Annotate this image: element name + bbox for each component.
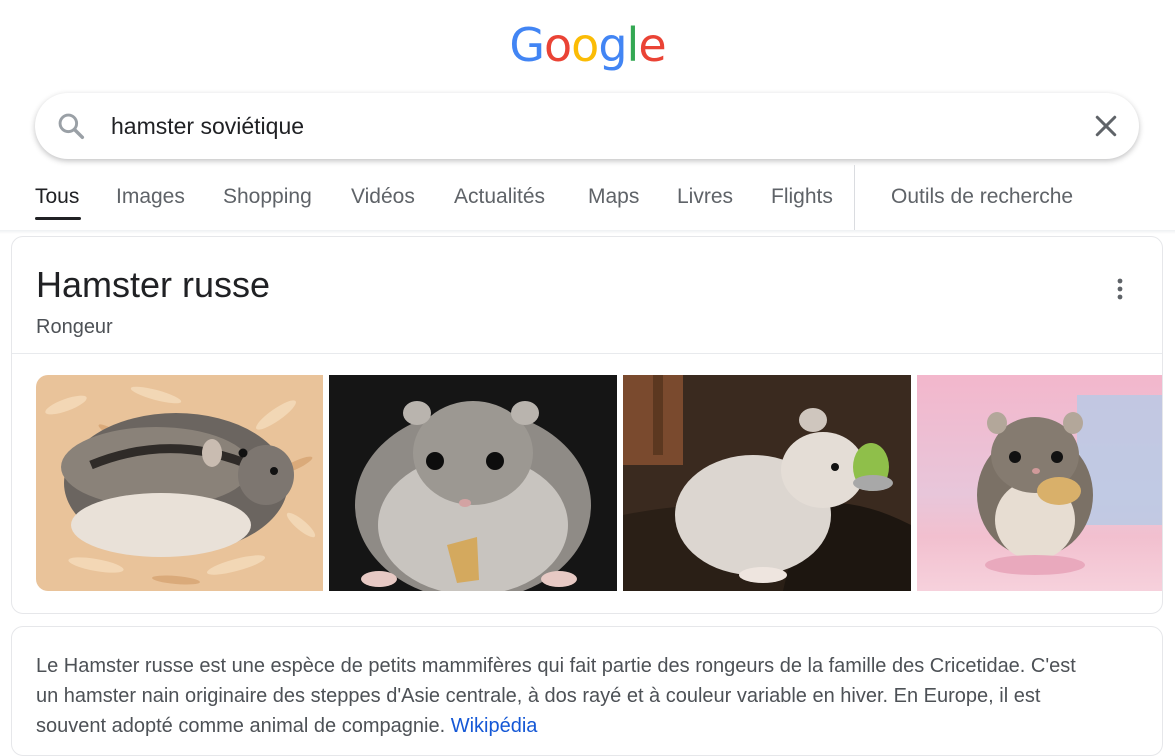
description-line-text: souvent adopté comme animal de compagnie… (36, 715, 446, 737)
tab-videos[interactable]: Vidéos (351, 184, 415, 210)
search-input[interactable]: hamster soviétique (111, 111, 304, 141)
description-card: Le Hamster russe est une espèce de petit… (11, 626, 1163, 756)
search-icon[interactable] (55, 110, 87, 142)
tab-flights[interactable]: Flights (771, 184, 833, 210)
wikipedia-link[interactable]: Wikipédia (451, 715, 538, 737)
active-tab-indicator (35, 217, 81, 220)
search-bar[interactable]: hamster soviétique (35, 93, 1139, 159)
hamster-image-4[interactable] (917, 375, 1162, 591)
tab-outils-de-recherche[interactable]: Outils de recherche (891, 184, 1073, 210)
logo-letter: o (571, 18, 599, 72)
knowledge-panel-title: Hamster russe (36, 264, 271, 305)
tab-shopping[interactable]: Shopping (223, 184, 312, 210)
tab-actualites[interactable]: Actualités (454, 184, 545, 210)
logo-letter: G (509, 18, 545, 72)
tab-tous[interactable]: Tous (35, 184, 79, 210)
description-line: Le Hamster russe est une espèce de petit… (36, 655, 1076, 677)
google-logo[interactable]: Google (0, 18, 1175, 72)
logo-letter: o (544, 18, 572, 72)
divider (12, 353, 1162, 354)
hamster-image-2[interactable] (329, 375, 617, 591)
logo-letter: e (638, 18, 666, 72)
search-tabs: Tous Images Shopping Vidéos Actualités M… (0, 165, 1175, 231)
tab-images[interactable]: Images (116, 184, 185, 210)
hamster-image-1[interactable] (36, 375, 323, 591)
logo-letter: g (598, 18, 627, 72)
logo-letter: l (626, 18, 640, 72)
hamster-image-3[interactable] (623, 375, 911, 591)
tabs-divider (854, 165, 855, 231)
tab-maps[interactable]: Maps (588, 184, 639, 210)
close-icon[interactable] (1091, 111, 1121, 141)
header-shadow (0, 230, 1175, 234)
knowledge-panel: Hamster russe Rongeur (11, 236, 1163, 614)
more-vert-icon[interactable] (1108, 275, 1132, 303)
tab-livres[interactable]: Livres (677, 184, 733, 210)
knowledge-panel-subtitle: Rongeur (36, 316, 113, 338)
description-line: souvent adopté comme animal de compagnie… (36, 711, 1136, 741)
knowledge-panel-description: Le Hamster russe est une espèce de petit… (36, 651, 1136, 741)
description-line: un hamster nain originaire des steppes d… (36, 685, 1041, 707)
